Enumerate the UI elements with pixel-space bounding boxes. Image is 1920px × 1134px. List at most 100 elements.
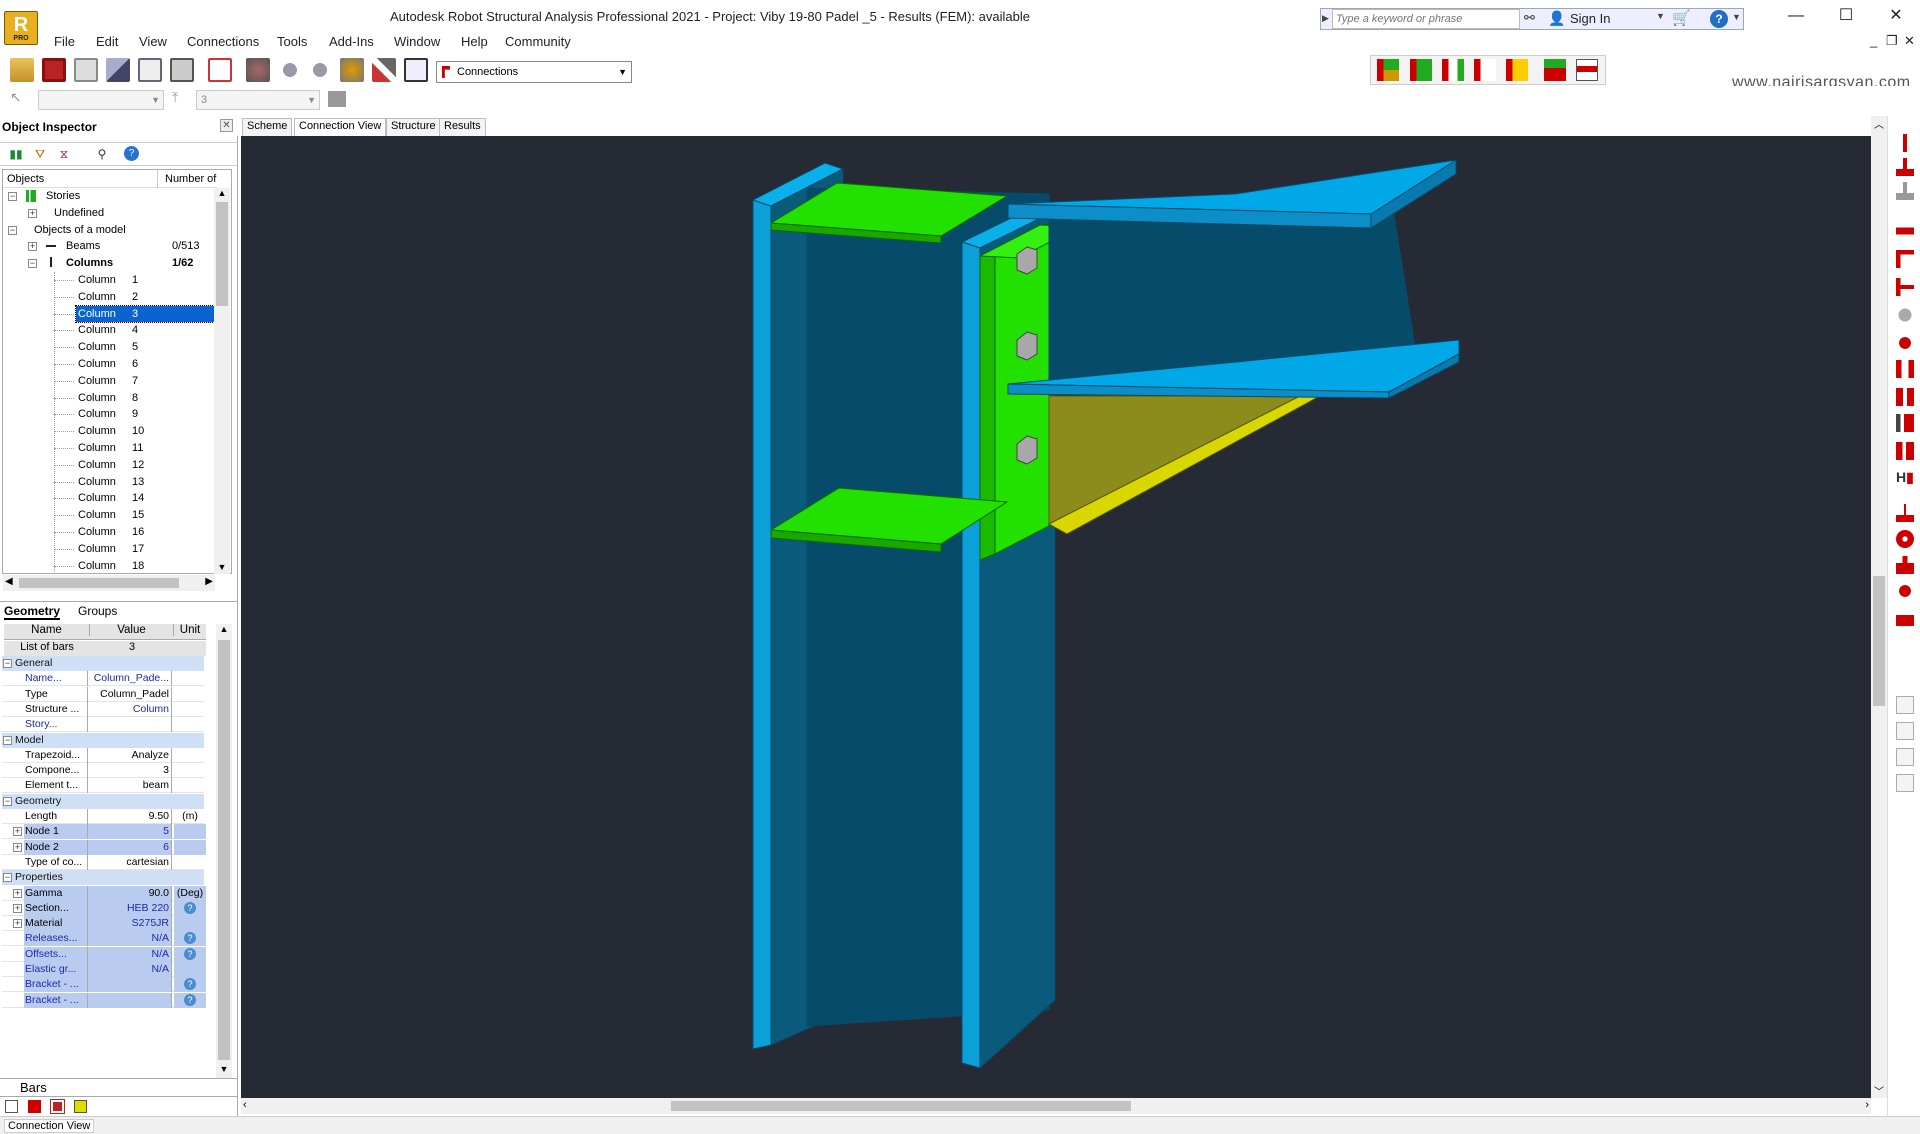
connection-definition-icon[interactable]: [1377, 59, 1399, 81]
base-connection-icon[interactable]: [1896, 608, 1914, 626]
base-plate-icon[interactable]: [1896, 158, 1914, 176]
zoom-icon[interactable]: [278, 58, 302, 82]
collapse-icon[interactable]: −: [8, 226, 17, 235]
menu-window[interactable]: Window: [394, 34, 440, 49]
property-value[interactable]: 90.0: [88, 885, 172, 901]
wrench-icon[interactable]: [372, 58, 396, 82]
property-value[interactable]: N/A: [88, 946, 172, 962]
new-connection-icon[interactable]: [1410, 59, 1432, 81]
gusset-icon[interactable]: [1896, 442, 1914, 460]
section-header[interactable]: − Model: [2, 732, 204, 748]
show-objects-icon[interactable]: ▮▮: [8, 146, 24, 162]
info-icon[interactable]: ?: [184, 978, 196, 991]
property-value[interactable]: 6: [88, 839, 172, 855]
property-value[interactable]: [88, 717, 172, 733]
scroll-up-icon[interactable]: ▲: [214, 188, 230, 200]
frame-knee-icon[interactable]: [1896, 250, 1914, 268]
tree-horizontal-scrollbar[interactable]: ◀ ▶: [3, 575, 215, 591]
clear-filter-icon[interactable]: ⧖: [56, 146, 72, 162]
page-setup-icon[interactable]: [138, 58, 162, 82]
property-value[interactable]: HEB 220: [88, 900, 172, 916]
info-icon[interactable]: ?: [184, 947, 196, 960]
zoom-window-icon[interactable]: [308, 58, 332, 82]
col-number-header[interactable]: Number of o...: [165, 173, 219, 185]
menu-help[interactable]: Help: [461, 34, 488, 49]
close-icon[interactable]: ✕: [220, 119, 233, 132]
property-row[interactable]: + Material S275JR: [2, 916, 206, 932]
minimize-button[interactable]: —: [1776, 6, 1816, 28]
print-preview-icon[interactable]: [106, 58, 130, 82]
viewport-vertical-scrollbar[interactable]: ︿ ﹀: [1871, 116, 1887, 1098]
property-value[interactable]: 9.50: [88, 809, 172, 824]
expand-icon[interactable]: +: [13, 827, 22, 837]
tab-groups[interactable]: Groups: [78, 604, 117, 618]
tab-scheme[interactable]: Scheme: [242, 118, 293, 136]
bracing-icon[interactable]: [1896, 556, 1914, 574]
scroll-down-icon[interactable]: ▼: [216, 1064, 232, 1078]
tree-node-beams[interactable]: + Beams 0/513: [28, 238, 200, 254]
scroll-down-icon[interactable]: ▼: [214, 562, 230, 574]
info-icon[interactable]: ?: [184, 901, 196, 914]
search-input[interactable]: [1332, 9, 1520, 29]
connection-check-icon[interactable]: [1506, 59, 1528, 81]
tree-node-columns[interactable]: − Columns 1/62: [28, 255, 198, 271]
collapse-icon[interactable]: −: [3, 873, 12, 883]
property-value[interactable]: [88, 992, 172, 1008]
properties-scrollbar[interactable]: ▲ ▼: [216, 624, 232, 1078]
tube-joint-icon[interactable]: [1896, 530, 1914, 548]
expand-icon[interactable]: +: [13, 903, 22, 913]
expand-icon[interactable]: +: [28, 242, 37, 251]
menu-connections[interactable]: Connections: [187, 34, 259, 49]
binoculars-icon[interactable]: ⚯: [1524, 10, 1542, 26]
property-row[interactable]: Type of co... cartesian: [2, 854, 204, 870]
mdi-restore-button[interactable]: ❐: [1886, 33, 1898, 49]
search-expand-icon[interactable]: ▶: [1322, 10, 1330, 26]
scroll-left-icon[interactable]: ‹: [243, 1099, 247, 1111]
menu-file[interactable]: File: [54, 34, 75, 49]
property-value[interactable]: 5: [88, 824, 172, 840]
save-icon[interactable]: [42, 58, 66, 82]
print-icon[interactable]: [74, 58, 98, 82]
property-value[interactable]: beam: [88, 778, 172, 794]
property-row[interactable]: Trapezoid... Analyze: [2, 747, 204, 763]
property-row[interactable]: Length 9.50 (m): [2, 809, 204, 824]
property-value[interactable]: N/A: [88, 931, 172, 947]
collapse-icon[interactable]: −: [3, 735, 12, 745]
property-row[interactable]: Offsets... N/A?: [2, 946, 206, 962]
property-row[interactable]: Type Column_Padel: [2, 686, 204, 702]
info-icon[interactable]: ?: [184, 932, 196, 945]
tab-bars[interactable]: Bars: [20, 1080, 47, 1095]
property-row[interactable]: Elastic gr... N/A: [2, 962, 206, 977]
menu-tools[interactable]: Tools: [277, 34, 307, 49]
expand-icon[interactable]: +: [13, 842, 22, 852]
property-row[interactable]: + Node 26: [2, 839, 206, 855]
filter-icon[interactable]: ⛛: [32, 146, 48, 162]
connection-3d-viewport[interactable]: [241, 136, 1871, 1098]
bars-icon[interactable]: [28, 1100, 41, 1113]
property-row[interactable]: Releases... N/A?: [2, 931, 206, 947]
app-logo-icon[interactable]: R PRO: [4, 11, 38, 45]
open-folder-icon[interactable]: [10, 58, 34, 82]
help-icon[interactable]: ?: [124, 146, 139, 161]
chevron-down-icon[interactable]: ▼: [1656, 11, 1665, 21]
close-button[interactable]: ✕: [1876, 6, 1916, 28]
expand-icon[interactable]: +: [13, 888, 22, 898]
cart-icon[interactable]: 🛒: [1672, 9, 1691, 27]
property-value[interactable]: cartesian: [88, 854, 172, 870]
connection-calculate-icon[interactable]: [1544, 59, 1566, 81]
h-section-icon[interactable]: H▮: [1896, 468, 1914, 486]
column-tool-icon[interactable]: [1896, 134, 1914, 152]
sign-in-button[interactable]: Sign In: [1570, 11, 1610, 26]
scroll-right-icon[interactable]: ›: [1865, 1099, 1869, 1111]
connection-add-icon[interactable]: [1474, 59, 1496, 81]
property-row[interactable]: Compone... 3: [2, 763, 204, 779]
property-value[interactable]: S275JR: [88, 916, 172, 932]
calc-note-icon[interactable]: [208, 58, 232, 82]
tab-structure[interactable]: Structure: [386, 118, 441, 136]
structure-model-icon[interactable]: [246, 58, 270, 82]
scroll-left-icon[interactable]: ◀: [5, 576, 13, 587]
collapse-icon[interactable]: −: [3, 796, 12, 806]
scroll-up-icon[interactable]: ︿: [1871, 116, 1887, 131]
scroll-up-icon[interactable]: ▲: [216, 624, 232, 638]
fin-plate-icon[interactable]: [1896, 388, 1914, 406]
